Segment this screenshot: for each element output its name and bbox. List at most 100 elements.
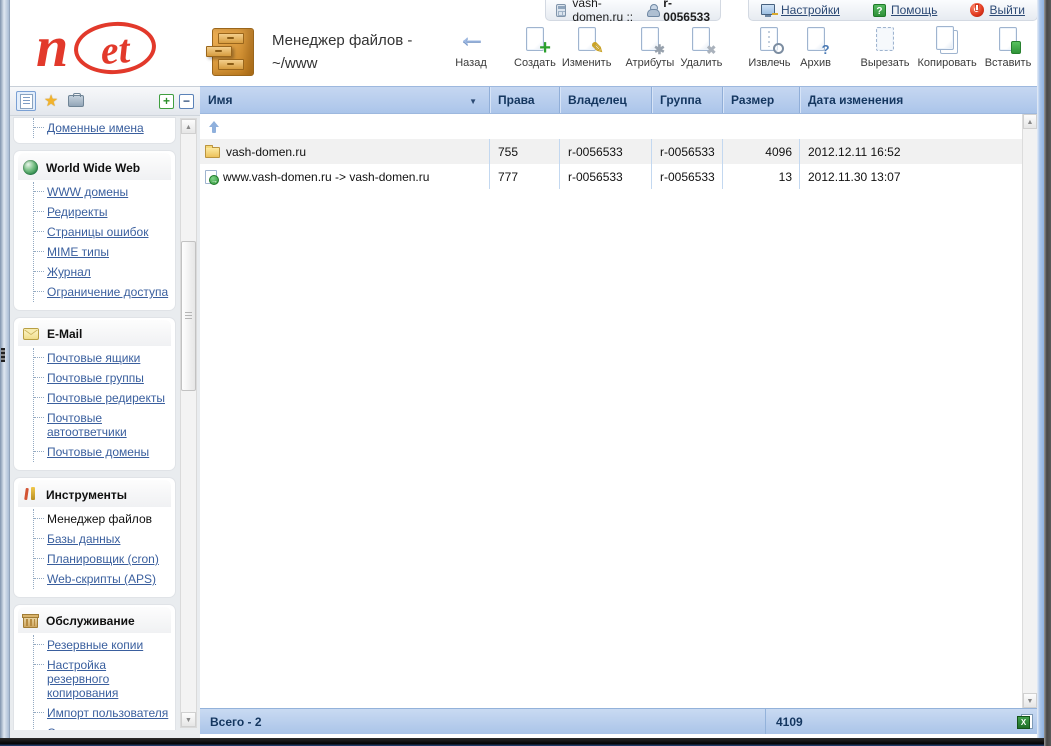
sidebar-link[interactable]: Базы данных: [47, 532, 120, 546]
logout-link[interactable]: Выйти: [989, 3, 1025, 17]
toolbar-button-label: Извлечь: [748, 57, 791, 69]
sidebar-link[interactable]: Сохранить данные: [47, 726, 152, 730]
help-menu-item[interactable]: Помощь: [872, 3, 937, 17]
file-perms: 777: [490, 164, 560, 189]
sidebar-item[interactable]: Почтовые ящики: [34, 348, 171, 368]
file-size: 13: [723, 164, 800, 189]
sidebar-item[interactable]: Почтовые группы: [34, 368, 171, 388]
scroll-up-icon[interactable]: [1023, 114, 1037, 129]
sidebar-link[interactable]: Редиректы: [47, 205, 107, 219]
sidebar-link[interactable]: Почтовые группы: [47, 371, 144, 385]
sidebar-link[interactable]: Почтовые домены: [47, 445, 149, 459]
sidebar-item[interactable]: Почтовые редиректы: [34, 388, 171, 408]
column-header-size[interactable]: Размер: [723, 87, 800, 113]
sidebar-section-title: World Wide Web: [46, 160, 141, 175]
extract-icon: [752, 26, 786, 54]
toolbar-button[interactable]: Атрибуты: [625, 26, 674, 69]
logout-menu-item[interactable]: Выйти: [970, 3, 1025, 17]
file-owner: r-0056533: [560, 164, 652, 189]
sidebar-link[interactable]: Настройка резервного копирования: [47, 658, 118, 700]
column-header-owner[interactable]: Владелец: [560, 87, 652, 113]
status-bar: Всего - 2 4109: [200, 708, 1037, 734]
sidebar-item[interactable]: MIME типы: [34, 242, 171, 262]
sidebar-item[interactable]: Настройка резервного копирования: [34, 655, 171, 703]
sidebar-scrollbar[interactable]: [180, 118, 197, 728]
sidebar-item[interactable]: Журнал: [34, 262, 171, 282]
sidebar-item[interactable]: Ограничение доступа: [34, 282, 171, 302]
excel-export-icon[interactable]: [1017, 714, 1033, 729]
sidebar-item[interactable]: Менеджер файлов: [34, 509, 171, 529]
file-list-scrollbar[interactable]: [1022, 114, 1037, 708]
list-view-icon[interactable]: [16, 91, 36, 111]
sidebar-link[interactable]: Импорт пользователя: [47, 706, 168, 720]
sidebar-link[interactable]: Менеджер файлов: [47, 512, 152, 526]
sidebar-item[interactable]: Планировщик (cron): [34, 549, 171, 569]
file-date: 2012.11.30 13:07: [808, 169, 901, 184]
sidebar-item[interactable]: Редиректы: [34, 202, 171, 222]
sidebar-link[interactable]: Web-скрипты (APS): [47, 572, 156, 586]
sidebar-item[interactable]: Web-скрипты (APS): [34, 569, 171, 589]
delete-icon: [684, 26, 718, 56]
scroll-down-icon[interactable]: [181, 712, 196, 727]
column-header-group[interactable]: Группа: [652, 87, 723, 113]
sidebar-link[interactable]: Планировщик (cron): [47, 552, 159, 566]
column-header-date[interactable]: Дата изменения: [800, 87, 1037, 113]
up-dir-icon[interactable]: [206, 119, 222, 135]
toolbar-button[interactable]: Вставить: [985, 26, 1031, 69]
toolbar-button[interactable]: Изменить: [562, 26, 611, 69]
sidebar-link[interactable]: Страницы ошибок: [47, 225, 148, 239]
favorites-star-icon[interactable]: [41, 91, 61, 111]
archive-icon: [799, 26, 833, 56]
toolbar-button[interactable]: Создать: [514, 26, 556, 69]
sidebar-item[interactable]: Импорт пользователя: [34, 703, 171, 723]
toolbar-button[interactable]: Вырезать: [861, 26, 909, 69]
file-row[interactable]: www.vash-domen.ru -> vash-domen.ru 777 r…: [200, 164, 1022, 189]
mail-icon: [23, 328, 39, 340]
sidebar-menu: Доменные имена World Wide Web WWW домены: [12, 116, 177, 730]
scrollbar-thumb[interactable]: [181, 241, 196, 391]
collapse-all-button[interactable]: [179, 93, 194, 109]
toolbar-button[interactable]: Извлечь: [748, 26, 791, 69]
sidebar-item[interactable]: Почтовые автоответчики: [34, 408, 171, 442]
expand-all-button[interactable]: [159, 93, 174, 109]
resize-handle[interactable]: [1, 348, 5, 362]
sidebar-item[interactable]: Доменные имена: [34, 118, 171, 138]
file-group: r-0056533: [652, 164, 723, 189]
briefcase-icon[interactable]: [66, 91, 86, 111]
sidebar-link[interactable]: Почтовые ящики: [47, 351, 140, 365]
sidebar-item[interactable]: Резервные копии: [34, 635, 171, 655]
sidebar-item[interactable]: Почтовые домены: [34, 442, 171, 462]
file-list: vash-domen.ru 755 r-0056533 r-0056533 40…: [200, 114, 1022, 189]
sidebar-section-header: Инструменты: [18, 480, 171, 507]
column-header-name[interactable]: Имя: [200, 87, 490, 113]
sidebar-link[interactable]: Почтовые редиректы: [47, 391, 165, 405]
sidebar-link[interactable]: Резервные копии: [47, 638, 143, 652]
scroll-up-icon[interactable]: [181, 119, 196, 134]
file-row[interactable]: vash-domen.ru 755 r-0056533 r-0056533 40…: [200, 139, 1022, 164]
settings-menu-item[interactable]: Настройки: [761, 3, 840, 17]
sidebar-link[interactable]: Ограничение доступа: [47, 285, 168, 299]
parent-dir-row[interactable]: [200, 114, 1022, 139]
sidebar-item[interactable]: WWW домены: [34, 182, 171, 202]
sidebar-item[interactable]: Страницы ошибок: [34, 222, 171, 242]
logo-text: n: [36, 14, 69, 79]
sidebar-item[interactable]: Базы данных: [34, 529, 171, 549]
sidebar-link[interactable]: WWW домены: [47, 185, 128, 199]
sidebar-section: World Wide Web WWW домены Редиректы Стра…: [14, 151, 175, 310]
settings-link[interactable]: Настройки: [781, 3, 840, 17]
help-link[interactable]: Помощь: [891, 3, 937, 17]
toolbar-button[interactable]: Назад: [452, 22, 490, 69]
toolbar-button[interactable]: Копировать: [917, 26, 977, 69]
sidebar-item[interactable]: Сохранить данные: [34, 723, 171, 730]
user-icon: [647, 3, 661, 17]
column-header-perms[interactable]: Права: [490, 87, 560, 113]
scroll-down-icon[interactable]: [1023, 693, 1037, 708]
sidebar-link[interactable]: Почтовые автоответчики: [47, 411, 127, 439]
sidebar-toolbar: [10, 87, 200, 116]
toolbar-button[interactable]: Удалить: [680, 26, 722, 69]
sort-desc-icon[interactable]: [469, 93, 477, 107]
sidebar-link[interactable]: Доменные имена: [47, 121, 144, 135]
sidebar-link[interactable]: MIME типы: [47, 245, 109, 259]
sidebar-link[interactable]: Журнал: [47, 265, 91, 279]
toolbar-button[interactable]: Архив: [797, 26, 835, 69]
